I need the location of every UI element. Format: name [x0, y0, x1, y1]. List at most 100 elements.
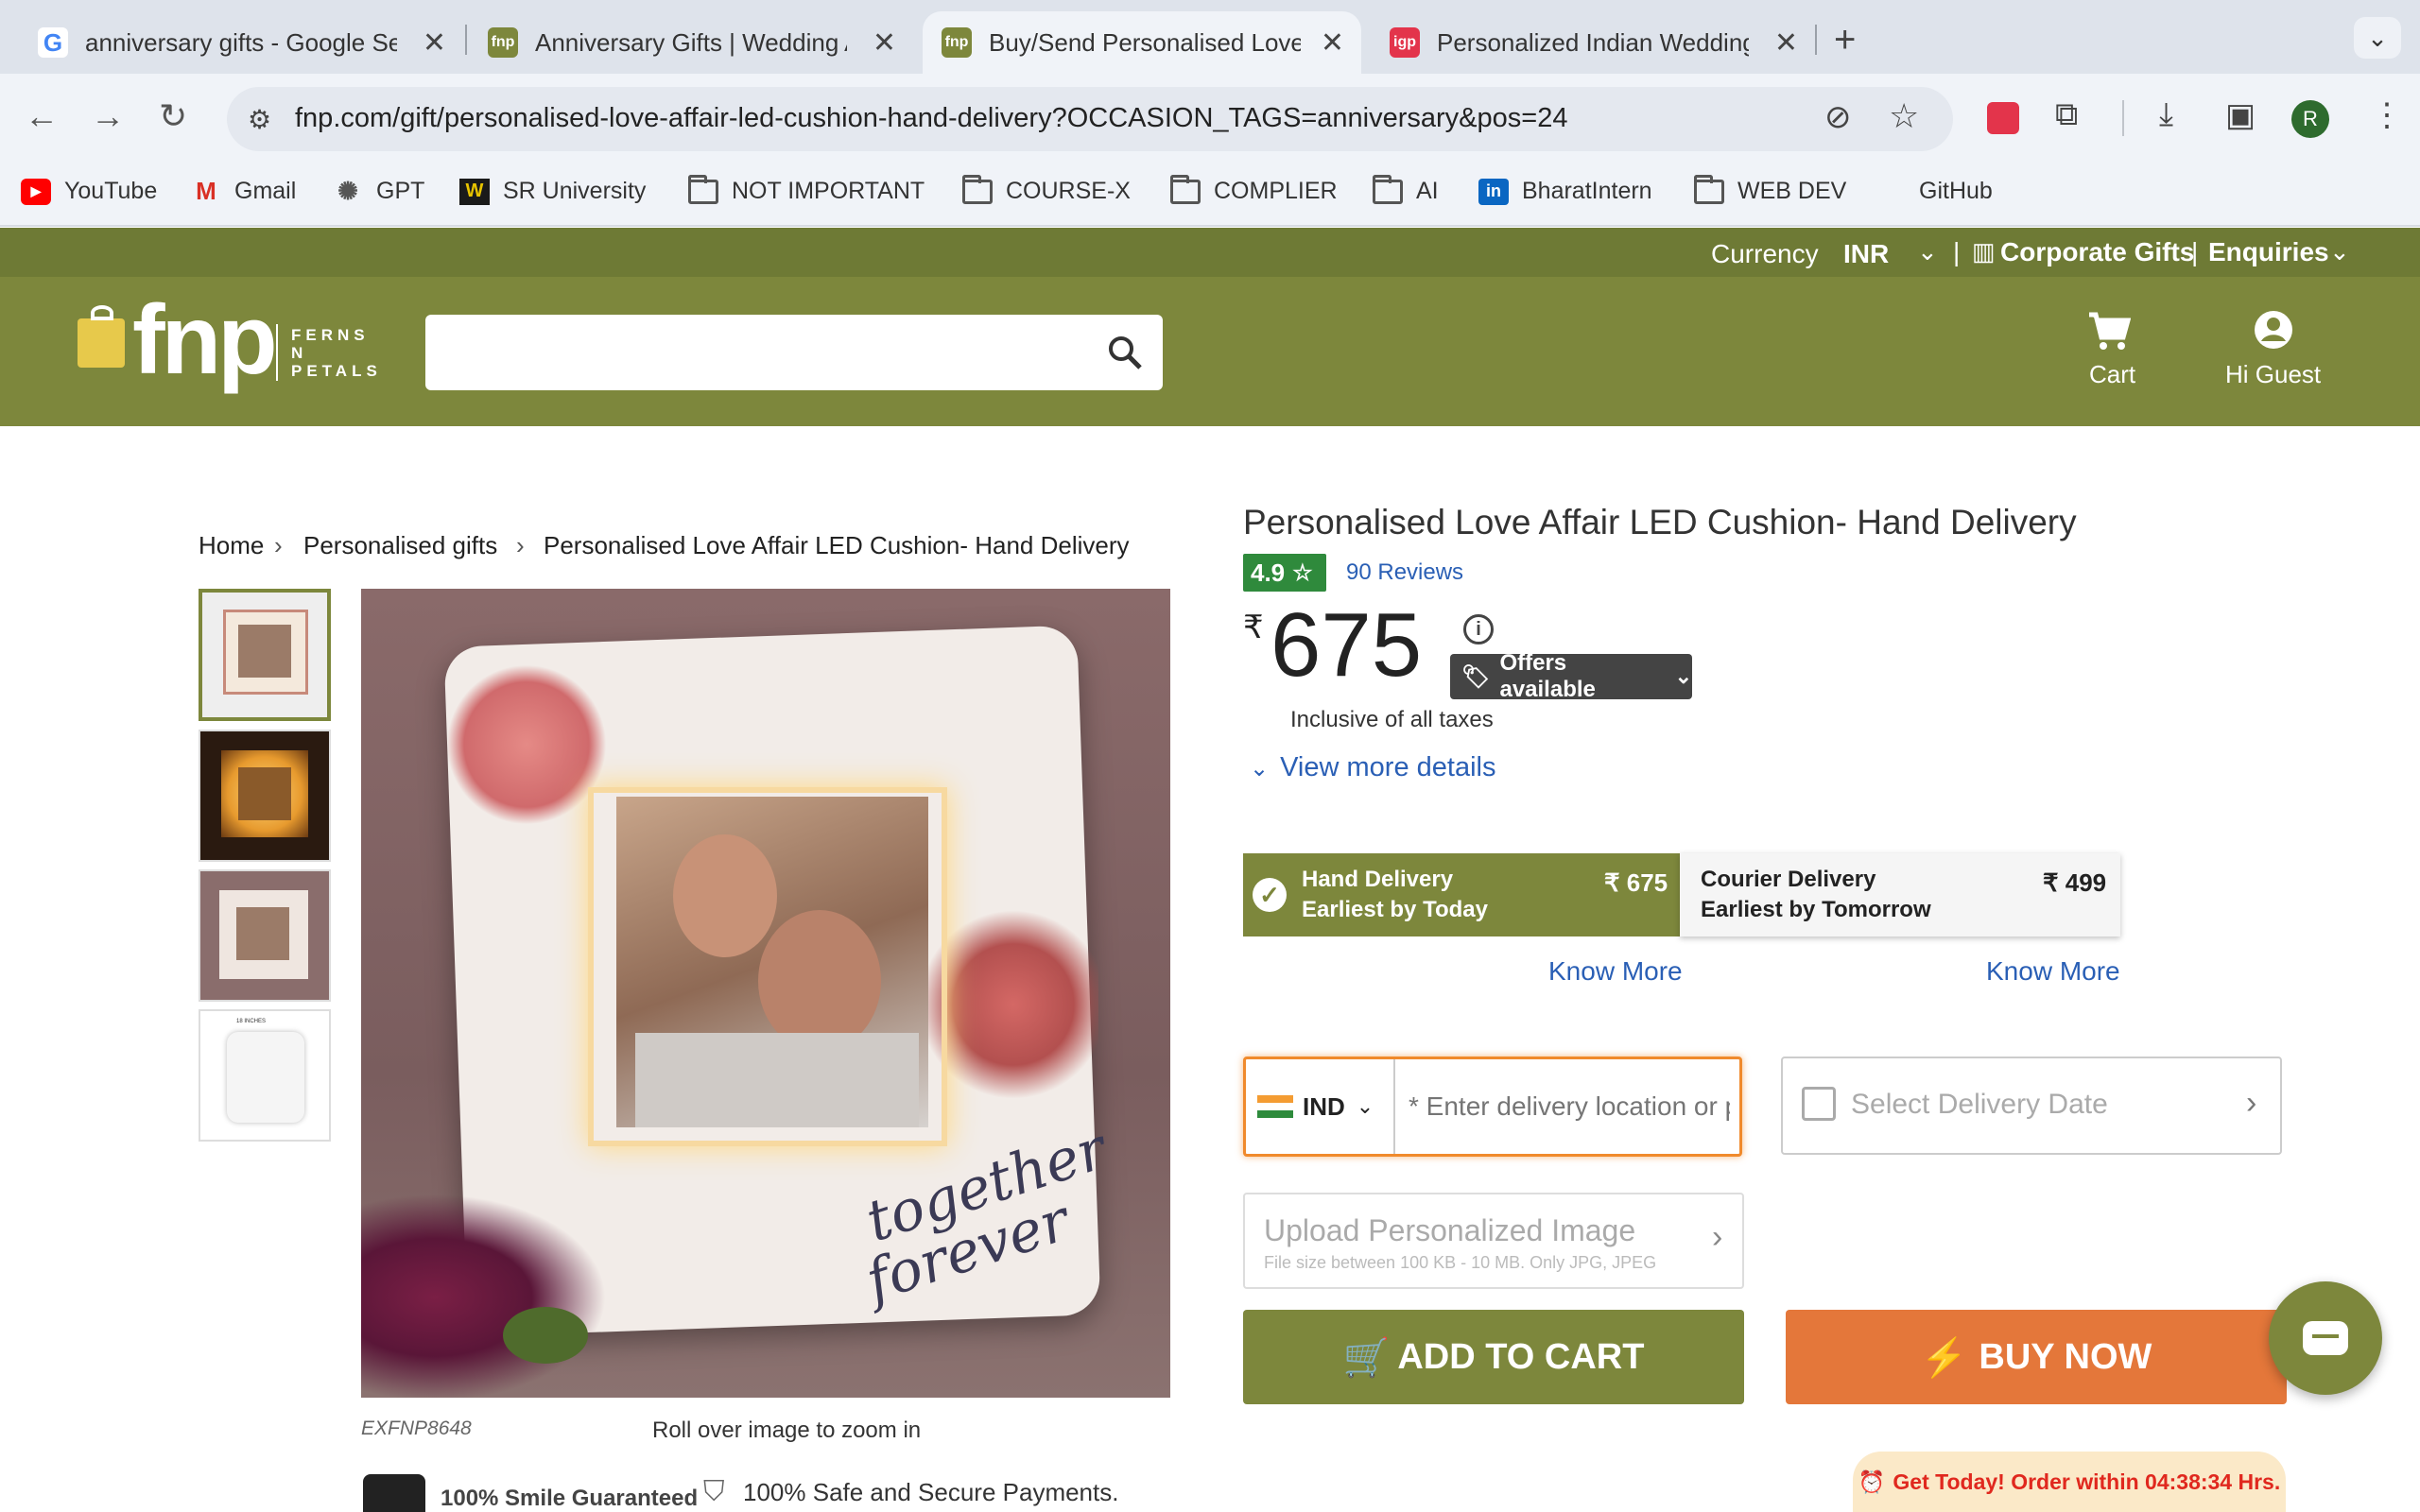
- main-product-image[interactable]: together forever: [361, 589, 1170, 1398]
- back-icon[interactable]: ←: [25, 96, 59, 136]
- add-to-cart-label: ADD TO CART: [1397, 1336, 1645, 1377]
- eye-off-icon[interactable]: ⊘: [1824, 98, 1852, 136]
- tab-separator: [1815, 25, 1817, 55]
- menu-kebab-icon[interactable]: ⋮: [2371, 96, 2403, 134]
- new-tab-icon[interactable]: +: [1834, 19, 1856, 61]
- chevron-down-icon: ⌄: [1356, 1094, 1374, 1118]
- bookmark-label: WEB DEV: [1737, 178, 1847, 204]
- thumbnail-dimension: 18 INCHES: [236, 1019, 267, 1024]
- url-text[interactable]: fnp.com/gift/personalised-love-affair-le…: [295, 103, 1567, 134]
- close-icon[interactable]: ✕: [1321, 26, 1344, 60]
- buy-now-label: BUY NOW: [1979, 1336, 2152, 1377]
- extensions-puzzle-icon[interactable]: ⧉: [2055, 96, 2078, 133]
- thumbnail-2[interactable]: [199, 730, 331, 862]
- bookmark-star-icon[interactable]: ☆: [1889, 96, 1919, 136]
- bookmark-github[interactable]: GitHub: [1919, 178, 1993, 205]
- browser-toolbar: ← → ↻ ⚙ fnp.com/gift/personalised-love-a…: [0, 74, 2420, 164]
- tab-separator: [465, 25, 467, 55]
- smile-guarantee-badge-icon: [363, 1474, 425, 1512]
- forward-icon[interactable]: →: [91, 96, 125, 136]
- enquiries-link[interactable]: Enquiries: [2208, 237, 2329, 267]
- thumbnail-1[interactable]: [199, 589, 331, 721]
- offers-dropdown[interactable]: 🏷 Offers available ⌄: [1450, 650, 1692, 702]
- product-sku: EXFNP8648: [361, 1418, 472, 1439]
- site-top-bar: Currency INR ⌄ | ▥ Corporate Gifts | Enq…: [0, 228, 2420, 277]
- side-panel-icon[interactable]: ▣: [2225, 96, 2256, 134]
- tab-google-search[interactable]: G anniversary gifts - Google Search ✕: [19, 11, 463, 74]
- close-icon[interactable]: ✕: [873, 26, 896, 60]
- folder-icon: [1694, 174, 1724, 204]
- offers-label: Offers available: [1499, 650, 1596, 702]
- know-more-courier-link[interactable]: Know More: [1986, 956, 2120, 987]
- tab-product-active[interactable]: fnp Buy/Send Personalised Love Affair ✕: [923, 11, 1361, 74]
- chat-icon-line: [2312, 1334, 2339, 1338]
- breadcrumb-category[interactable]: Personalised gifts: [303, 531, 497, 560]
- reviews-link[interactable]: 90 Reviews: [1346, 559, 1463, 586]
- currency-selector[interactable]: INR: [1843, 239, 1889, 269]
- upload-image-field[interactable]: Upload Personalized Image File size betw…: [1243, 1193, 1744, 1289]
- bookmark-bharatintern[interactable]: in BharatIntern: [1478, 178, 1652, 205]
- bookmark-course-x[interactable]: COURSE-X: [962, 174, 1131, 205]
- gift-box-logo-icon: [78, 318, 125, 368]
- tab-search-chevron-icon[interactable]: ⌄: [2354, 17, 2401, 59]
- fnp-favicon-icon: fnp: [488, 27, 518, 58]
- sr-university-icon: W: [459, 178, 490, 205]
- search-input[interactable]: [425, 315, 1163, 390]
- hand-delivery-option[interactable]: ✓ Hand Delivery Earliest by Today ₹ 675: [1243, 853, 1680, 936]
- download-icon[interactable]: ⤓: [2159, 96, 2173, 133]
- divider: |: [2191, 237, 2199, 266]
- cart-label[interactable]: Cart: [2089, 360, 2135, 389]
- extension-red-icon[interactable]: [1987, 102, 2019, 134]
- cart-icon[interactable]: [2087, 311, 2131, 352]
- thumbnail-3[interactable]: [199, 869, 331, 1002]
- tab-anniversary-gifts[interactable]: fnp Anniversary Gifts | Wedding Annivers…: [469, 11, 913, 74]
- logo-sub-line: PETALS: [291, 362, 382, 380]
- country-selector[interactable]: IND ⌄: [1246, 1059, 1395, 1154]
- account-label[interactable]: Hi Guest: [2225, 360, 2321, 389]
- chat-icon: [2303, 1321, 2348, 1355]
- chevron-right-icon: ›: [2246, 1085, 2257, 1121]
- site-info-icon[interactable]: ⚙: [248, 104, 271, 135]
- breadcrumb-home[interactable]: Home: [199, 531, 264, 560]
- linkedin-icon: in: [1478, 178, 1509, 205]
- bookmark-youtube[interactable]: ▶ YouTube: [21, 178, 157, 205]
- bookmark-sr-university[interactable]: W SR University: [459, 178, 646, 205]
- fnp-logo[interactable]: fnp: [132, 284, 278, 397]
- profile-avatar[interactable]: R: [2291, 100, 2329, 138]
- view-more-toggle[interactable]: ⌄ View more details: [1250, 752, 1495, 783]
- chevron-down-icon[interactable]: ⌄: [1917, 237, 1938, 266]
- address-bar[interactable]: ⚙ fnp.com/gift/personalised-love-affair-…: [227, 87, 1953, 151]
- buy-now-button[interactable]: ⚡ BUY NOW: [1786, 1310, 2287, 1404]
- view-more-label: View more details: [1280, 752, 1496, 782]
- reload-icon[interactable]: ↻: [159, 96, 187, 136]
- know-more-hand-link[interactable]: Know More: [1548, 956, 1683, 987]
- info-icon[interactable]: i: [1463, 614, 1494, 644]
- close-icon[interactable]: ✕: [423, 26, 446, 60]
- chat-button[interactable]: [2269, 1281, 2382, 1395]
- bookmark-complier[interactable]: COMPLIER: [1170, 174, 1338, 205]
- bookmark-ai[interactable]: AI: [1373, 174, 1439, 205]
- delivery-name: Hand Delivery: [1302, 867, 1454, 892]
- bookmark-gmail[interactable]: M Gmail: [191, 177, 297, 205]
- corporate-gifts-link[interactable]: Corporate Gifts: [2000, 237, 2194, 267]
- thumbnail-4[interactable]: 18 INCHES: [199, 1009, 331, 1142]
- add-to-cart-button[interactable]: 🛒 ADD TO CART: [1243, 1310, 1744, 1404]
- bookmark-gpt[interactable]: ✺ GPT: [333, 177, 424, 205]
- tab-igp[interactable]: igp Personalized Indian Wedding ✕: [1371, 11, 1815, 74]
- user-account-icon[interactable]: [2253, 309, 2294, 351]
- chevron-down-icon[interactable]: ⌄: [2329, 237, 2350, 266]
- check-icon: ✓: [1253, 878, 1287, 912]
- close-icon[interactable]: ✕: [1774, 26, 1798, 60]
- bookmark-not-important[interactable]: NOT IMPORTANT: [688, 174, 925, 205]
- courier-delivery-option[interactable]: Courier Delivery Earliest by Tomorrow ₹ …: [1680, 853, 2120, 936]
- gift-bow-icon: [91, 305, 113, 320]
- delivery-location-input[interactable]: [1409, 1086, 1730, 1127]
- cart-add-icon: 🛒: [1342, 1336, 1391, 1379]
- bookmark-web-dev[interactable]: WEB DEV: [1694, 174, 1847, 205]
- leaf: [503, 1307, 588, 1364]
- delivery-date-selector[interactable]: Select Delivery Date ›: [1781, 1057, 2282, 1155]
- folder-icon: [962, 174, 993, 204]
- thumbnail-cushion: [227, 1032, 304, 1123]
- search-icon[interactable]: [1106, 334, 1144, 371]
- bookmark-label: Gmail: [234, 178, 297, 204]
